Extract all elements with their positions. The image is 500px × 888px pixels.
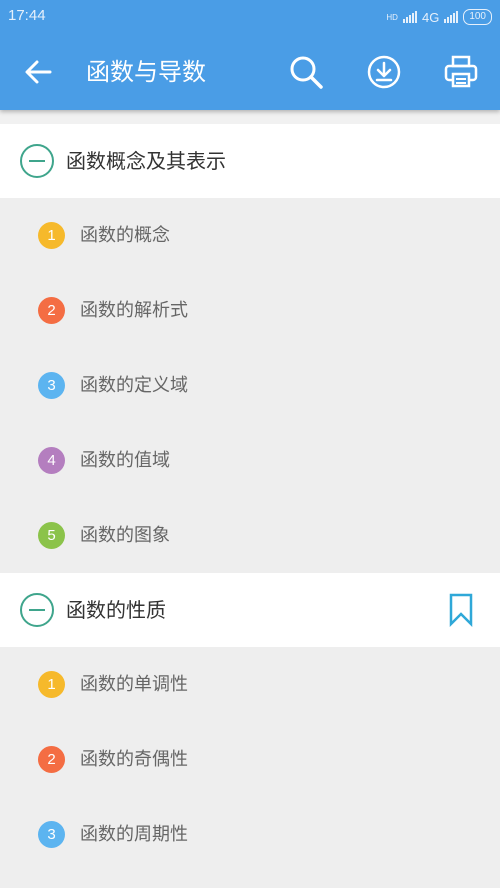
list-item[interactable]: 3 函数的周期性 [0, 797, 500, 872]
list-item[interactable]: 4 函数的值域 [0, 423, 500, 498]
list-item[interactable]: 2 函数的奇偶性 [0, 722, 500, 797]
status-bar: 17:44 HD 4G 100 [0, 0, 500, 34]
signal-icon-2 [444, 11, 459, 23]
section-header[interactable]: 函数的性质 [0, 573, 500, 647]
item-number-badge: 2 [38, 297, 65, 324]
item-number-badge: 1 [38, 222, 65, 249]
print-icon[interactable] [443, 54, 479, 90]
app-bar: 函数与导数 [0, 34, 500, 110]
section-items: 1 函数的概念 2 函数的解析式 3 函数的定义域 4 函数的值域 5 函数的图… [0, 198, 500, 573]
list-item[interactable]: 5 函数的图象 [0, 498, 500, 573]
status-time: 17:44 [8, 7, 46, 24]
item-number-badge: 3 [38, 821, 65, 848]
hd-indicator: HD [386, 12, 398, 22]
search-icon[interactable] [288, 54, 324, 90]
section-title: 函数概念及其表示 [66, 149, 226, 173]
back-arrow-icon[interactable] [24, 58, 52, 86]
item-label: 函数的奇偶性 [80, 749, 188, 770]
list-item[interactable]: 2 函数的解析式 [0, 273, 500, 348]
list-item[interactable]: 1 函数的概念 [0, 198, 500, 273]
status-indicators: HD 4G 100 [386, 7, 492, 27]
item-number-badge: 2 [38, 746, 65, 773]
download-icon[interactable] [366, 54, 402, 90]
list-item[interactable]: 1 函数的单调性 [0, 647, 500, 722]
section-title: 函数的性质 [66, 598, 166, 622]
collapse-icon[interactable] [20, 593, 54, 627]
item-label: 函数的值域 [80, 450, 170, 471]
item-label: 函数的概念 [80, 225, 170, 246]
item-number-badge: 5 [38, 522, 65, 549]
section-items: 1 函数的单调性 2 函数的奇偶性 3 函数的周期性 [0, 647, 500, 872]
chapter-list: 函数概念及其表示 1 函数的概念 2 函数的解析式 3 函数的定义域 4 函数的… [0, 110, 500, 872]
battery-icon: 100 [463, 9, 492, 25]
section-header[interactable]: 函数概念及其表示 [0, 124, 500, 198]
item-label: 函数的图象 [80, 525, 170, 546]
collapse-icon[interactable] [20, 144, 54, 178]
item-number-badge: 4 [38, 447, 65, 474]
network-type: 4G [421, 9, 440, 25]
item-label: 函数的解析式 [80, 300, 188, 321]
page-title: 函数与导数 [86, 58, 206, 86]
item-label: 函数的定义域 [80, 375, 188, 396]
bookmark-icon[interactable] [448, 593, 474, 627]
item-label: 函数的周期性 [80, 824, 188, 845]
top-bar: 17:44 HD 4G 100 函数与导数 [0, 0, 500, 110]
item-label: 函数的单调性 [80, 674, 188, 695]
item-number-badge: 3 [38, 372, 65, 399]
list-item[interactable]: 3 函数的定义域 [0, 348, 500, 423]
signal-icon [402, 11, 417, 23]
item-number-badge: 1 [38, 671, 65, 698]
